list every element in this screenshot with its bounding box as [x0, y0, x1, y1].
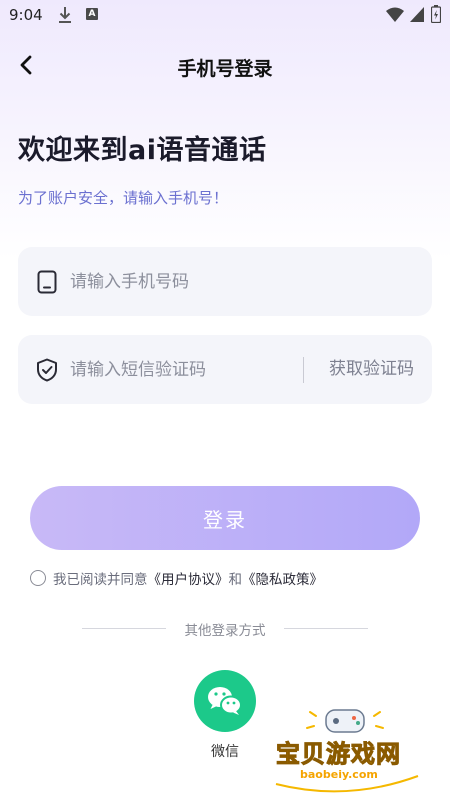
phone-field[interactable] — [18, 247, 432, 316]
get-code-button[interactable]: 获取验证码 — [329, 335, 414, 404]
status-bar: 9:04 A — [0, 0, 450, 32]
other-login-label: 其他登录方式 — [184, 623, 266, 639]
phone-input[interactable] — [70, 247, 410, 316]
status-time: 9:04 — [9, 6, 43, 24]
field-divider — [303, 357, 304, 383]
wifi-icon — [386, 7, 404, 22]
watermark-logo: 宝贝游戏网 baobeiy.com — [272, 706, 422, 796]
login-button[interactable]: 登录 — [30, 486, 420, 550]
verification-code-input[interactable] — [70, 335, 290, 404]
shield-check-icon — [37, 358, 57, 382]
app-notification-icon: A — [86, 8, 98, 20]
watermark-text: 宝贝游戏网 — [276, 740, 401, 769]
other-login-divider: 其他登录方式 — [82, 619, 368, 639]
agreement-row: 我已阅读并同意 《用户协议》 和 《隐私政策》 — [30, 568, 323, 588]
welcome-subtitle: 为了账户安全，请输入手机号！ — [18, 189, 229, 207]
signal-icon — [410, 7, 424, 22]
wechat-label: 微信 — [211, 744, 239, 760]
agreement-radio[interactable] — [30, 570, 46, 586]
wechat-login-button[interactable] — [194, 670, 256, 732]
agreement-prefix: 我已阅读并同意 — [53, 572, 148, 588]
page-title: 手机号登录 — [177, 58, 273, 80]
phone-icon — [37, 270, 57, 294]
user-agreement-link[interactable]: 《用户协议》 — [148, 568, 229, 588]
agreement-connector: 和 — [228, 572, 243, 588]
verification-code-field[interactable]: 获取验证码 — [18, 335, 432, 404]
wechat-icon — [208, 687, 242, 715]
watermark-url: baobeiy.com — [300, 768, 378, 781]
download-icon — [59, 7, 71, 23]
privacy-policy-link[interactable]: 《隐私政策》 — [242, 568, 323, 588]
navigation-bar: 手机号登录 — [0, 42, 450, 88]
divider-line — [284, 628, 368, 629]
battery-icon — [431, 5, 441, 23]
welcome-title: 欢迎来到ai语音通话 — [18, 135, 267, 166]
